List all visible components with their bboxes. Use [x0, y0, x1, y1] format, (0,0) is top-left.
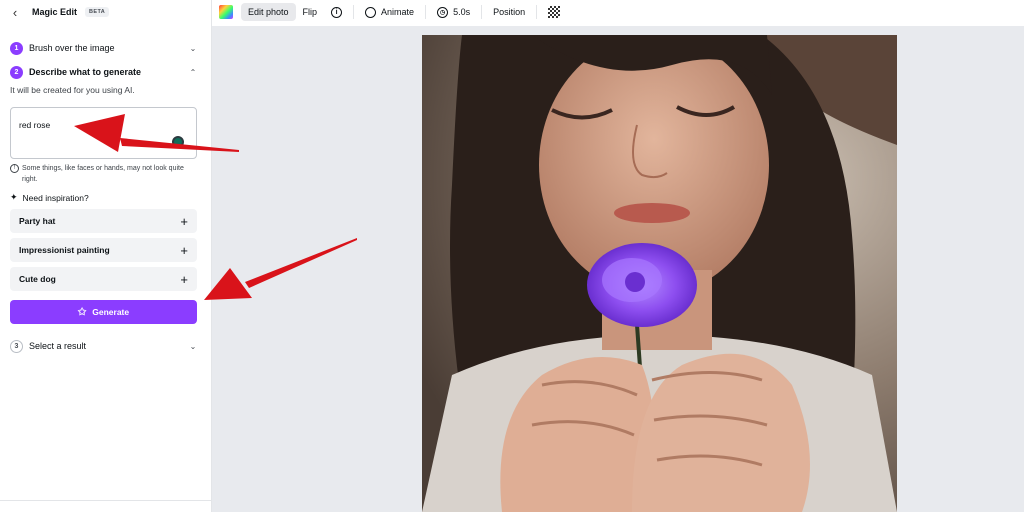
- plus-icon[interactable]: +: [180, 214, 188, 229]
- step-number: 1: [10, 41, 23, 55]
- photo-illustration: [422, 35, 897, 512]
- chevron-up-icon[interactable]: ⌃: [188, 67, 198, 77]
- editor-toolbar: Edit photo Flip i Animate ◷ 5.0s Positio…: [212, 0, 1024, 24]
- transparency-button[interactable]: [541, 2, 567, 22]
- chevron-down-icon[interactable]: ⌄: [188, 341, 198, 351]
- divider: [536, 5, 538, 19]
- warning-note: ! Some things, like faces or hands, may …: [10, 163, 197, 185]
- animate-button[interactable]: Animate: [358, 3, 421, 22]
- info-icon: i: [331, 6, 343, 18]
- helper-text: It will be created for you using AI.: [10, 85, 135, 95]
- info-button[interactable]: i: [324, 3, 349, 22]
- idea-label: Party hat: [19, 216, 56, 226]
- step-describe[interactable]: 2 Describe what to generate ⌃: [10, 64, 198, 80]
- generate-button[interactable]: ✩ Generate: [10, 300, 197, 324]
- beta-badge: BETA: [85, 7, 110, 17]
- divider: [425, 5, 427, 19]
- edit-photo-button[interactable]: Edit photo: [241, 3, 296, 21]
- idea-party-hat[interactable]: Party hat +: [10, 209, 197, 233]
- idea-label: Cute dog: [19, 274, 56, 284]
- flip-button[interactable]: Flip: [296, 3, 325, 21]
- divider: [481, 5, 483, 19]
- warning-text: Some things, like faces or hands, may no…: [22, 165, 184, 183]
- step-label: Select a result: [29, 341, 87, 351]
- panel-title: Magic Edit: [32, 7, 78, 17]
- inspiration-label: Need inspiration?: [22, 192, 89, 203]
- generate-label: Generate: [92, 307, 130, 317]
- transparency-icon: [548, 6, 561, 18]
- animate-label: Animate: [381, 7, 415, 17]
- idea-label: Impressionist painting: [19, 245, 110, 255]
- position-button[interactable]: Position: [486, 3, 532, 21]
- plus-icon[interactable]: +: [180, 272, 188, 287]
- step-label: Brush over the image: [29, 43, 115, 53]
- chevron-down-icon[interactable]: ⌄: [188, 43, 198, 53]
- inspiration-heading: ✦ Need inspiration?: [10, 192, 89, 203]
- divider: [353, 5, 355, 19]
- divider: [0, 500, 211, 501]
- sparkle-icon: ✦: [10, 192, 18, 202]
- grammarly-icon[interactable]: [172, 136, 184, 148]
- step-select-result[interactable]: 3 Select a result ⌄: [10, 338, 198, 354]
- duration-label: 5.0s: [453, 7, 471, 17]
- magic-wand-icon: ✩: [77, 306, 87, 318]
- step-number: 2: [10, 65, 23, 79]
- step-brush[interactable]: 1 Brush over the image ⌄: [10, 40, 198, 56]
- panel-header: ‹ Magic Edit BETA: [0, 0, 211, 24]
- step-number: 3: [10, 339, 23, 353]
- step-label: Describe what to generate: [29, 67, 142, 77]
- info-icon: !: [10, 164, 19, 173]
- flower: [587, 243, 697, 327]
- editor-canvas: [212, 26, 1024, 512]
- back-arrow-icon[interactable]: ‹: [8, 5, 22, 20]
- clock-icon: ◷: [437, 6, 449, 18]
- color-swatch-icon[interactable]: [219, 5, 233, 19]
- prompt-input[interactable]: red rose: [10, 107, 197, 159]
- idea-impressionist-painting[interactable]: Impressionist painting +: [10, 238, 197, 262]
- plus-icon[interactable]: +: [180, 243, 188, 258]
- animate-icon: [365, 6, 377, 18]
- magic-edit-app: ‹ Magic Edit BETA 1 Brush over the image…: [0, 0, 1024, 512]
- prompt-value: red rose: [19, 120, 51, 130]
- photo[interactable]: [422, 35, 897, 512]
- idea-cute-dog[interactable]: Cute dog +: [10, 267, 197, 291]
- magic-edit-panel: ‹ Magic Edit BETA 1 Brush over the image…: [0, 0, 212, 512]
- duration-button[interactable]: ◷ 5.0s: [430, 3, 477, 22]
